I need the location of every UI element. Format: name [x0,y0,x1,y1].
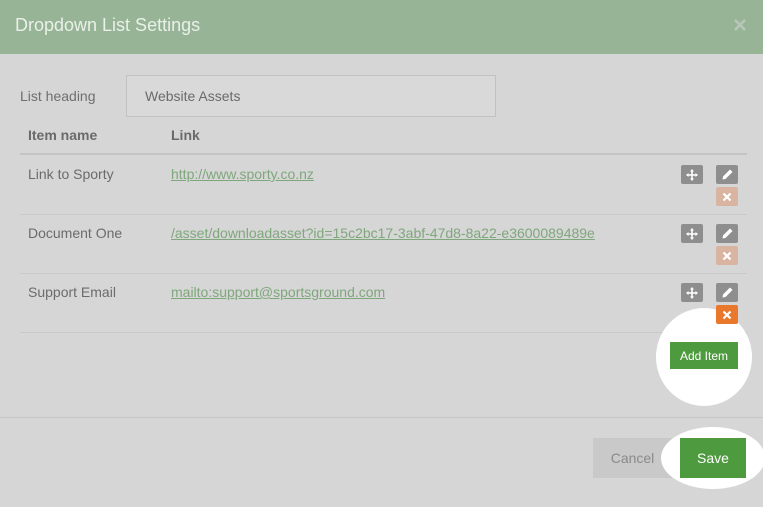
item-name: Support Email [28,284,116,300]
item-link[interactable]: /asset/downloadasset?id=15c2bc17-3abf-47… [171,225,595,241]
table-row: Link to Sporty http://www.sporty.co.nz [20,155,747,215]
close-icon[interactable]: × [729,14,751,38]
dialog-header: Dropdown List Settings × [0,0,763,54]
delete-icon[interactable] [716,246,738,265]
add-item-button[interactable]: Add Item [670,342,738,369]
table-row: Document One /asset/downloadasset?id=15c… [20,214,747,274]
delete-icon[interactable] [716,187,738,206]
item-link[interactable]: http://www.sporty.co.nz [171,166,314,182]
delete-icon[interactable] [716,305,738,324]
table-row: Support Email mailto:support@sportsgroun… [20,273,747,333]
move-icon[interactable] [681,165,703,184]
footer-divider [0,417,763,418]
dialog-title: Dropdown List Settings [15,15,201,35]
list-heading-label: List heading [20,88,96,104]
column-header-item-name: Item name [28,127,98,143]
pencil-icon[interactable] [716,224,738,243]
pencil-icon[interactable] [716,165,738,184]
item-link[interactable]: mailto:support@sportsground.com [171,284,385,300]
move-icon[interactable] [681,283,703,302]
move-icon[interactable] [681,224,703,243]
column-header-link: Link [171,127,200,143]
item-name: Link to Sporty [28,166,114,182]
pencil-icon[interactable] [716,283,738,302]
save-button[interactable]: Save [680,438,746,478]
item-name: Document One [28,225,123,241]
list-heading-input[interactable] [126,75,496,117]
